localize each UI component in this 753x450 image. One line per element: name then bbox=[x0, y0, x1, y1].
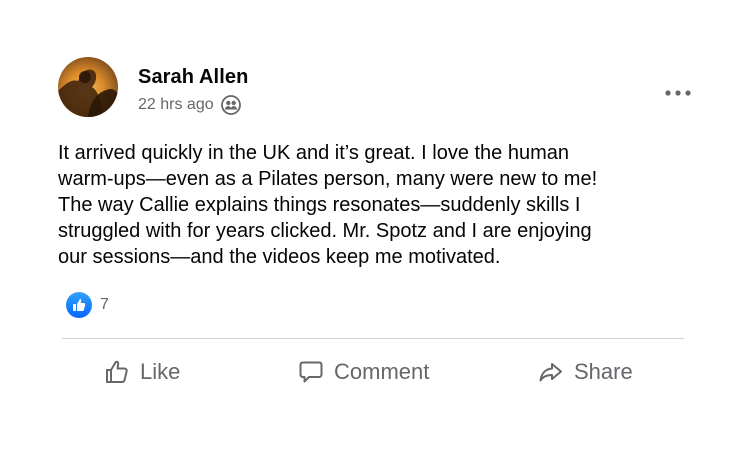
divider bbox=[62, 338, 684, 339]
like-reaction-icon bbox=[66, 292, 92, 318]
post-body: It arrived quickly in the UK and it’s gr… bbox=[58, 140, 698, 270]
post-actions: Like Comment Share bbox=[62, 350, 684, 394]
reaction-count: 7 bbox=[100, 296, 109, 313]
author-name[interactable]: Sarah Allen bbox=[138, 66, 248, 89]
thumbs-up-icon bbox=[104, 359, 130, 385]
post-body-line: our sessions—and the videos keep me moti… bbox=[58, 246, 501, 268]
share-icon bbox=[538, 359, 564, 385]
friends-icon[interactable] bbox=[220, 95, 241, 115]
avatar[interactable] bbox=[58, 57, 118, 117]
more-options-icon[interactable] bbox=[662, 84, 694, 102]
share-button[interactable]: Share bbox=[538, 350, 633, 394]
comment-icon bbox=[298, 359, 324, 385]
post-timestamp[interactable]: 22 hrs ago bbox=[138, 96, 214, 114]
share-label: Share bbox=[574, 359, 633, 384]
comment-label: Comment bbox=[334, 359, 430, 384]
post-body-line: warm-ups—even as a Pilates person, many … bbox=[58, 168, 598, 190]
like-button[interactable]: Like bbox=[104, 350, 180, 394]
like-label: Like bbox=[140, 359, 181, 384]
post-meta: 22 hrs ago bbox=[138, 95, 241, 115]
post-card: Sarah Allen 22 hrs ago It arrived quickl… bbox=[0, 0, 753, 450]
post-body-line: It arrived quickly in the UK and it’s gr… bbox=[58, 142, 570, 164]
post-body-line: The way Callie explains things resonates… bbox=[58, 194, 581, 216]
post-body-line: struggled with for years clicked. Mr. Sp… bbox=[58, 220, 592, 242]
comment-button[interactable]: Comment bbox=[298, 350, 429, 394]
reactions-summary[interactable]: 7 bbox=[66, 292, 109, 318]
